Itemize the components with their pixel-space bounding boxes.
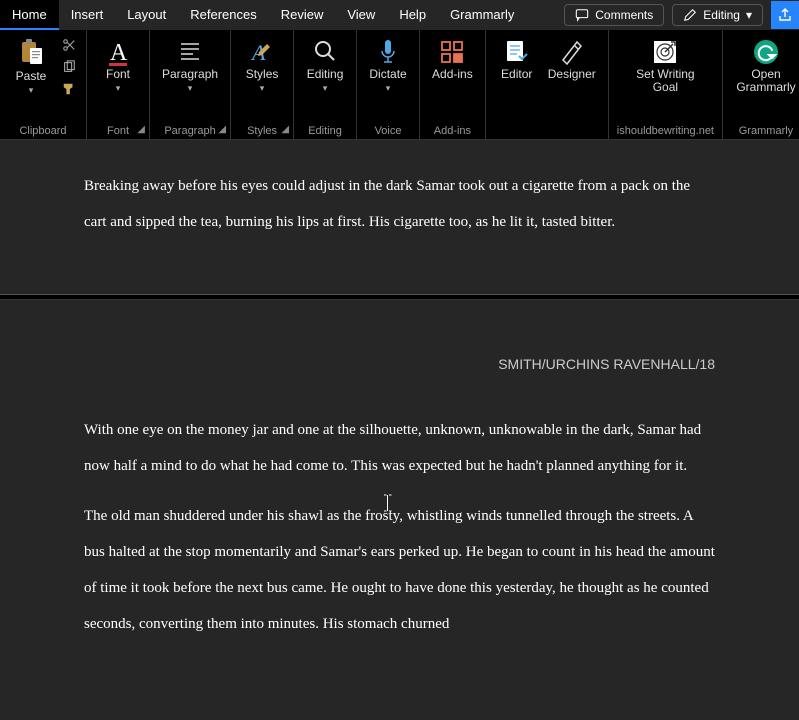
styles-a-icon: A xyxy=(249,38,275,66)
paragraph-label: Paragraph xyxy=(162,68,218,81)
dialog-launcher[interactable]: ◢ xyxy=(218,124,226,135)
share-icon xyxy=(777,7,793,23)
document-canvas[interactable]: Breaking away before his eyes could adju… xyxy=(0,140,799,720)
ribbon-toolbar: Paste ▾ Clipboard A Font ▾ Font ◢ Pa xyxy=(0,30,799,140)
font-a-icon: A xyxy=(105,38,131,66)
styles-button[interactable]: A Styles ▾ xyxy=(239,36,285,96)
group-label: Editing xyxy=(308,123,342,137)
group-voice: Dictate ▾ Voice xyxy=(357,30,420,139)
chevron-down-icon: ▾ xyxy=(746,8,752,22)
set-writing-goal-button[interactable]: Set Writing Goal xyxy=(625,36,705,96)
microphone-icon xyxy=(375,38,401,66)
document-paragraph[interactable]: With one eye on the money jar and one at… xyxy=(84,412,715,484)
tab-references[interactable]: References xyxy=(178,0,268,30)
group-paragraph: Paragraph ▾ Paragraph ◢ xyxy=(150,30,231,139)
group-label: Paragraph xyxy=(164,123,215,137)
editing-label: Editing xyxy=(703,8,740,22)
chevron-down-icon: ▾ xyxy=(323,83,328,94)
dialog-launcher[interactable]: ◢ xyxy=(137,124,145,135)
copy-button[interactable] xyxy=(60,58,78,76)
editing-label: Editing xyxy=(307,68,344,81)
font-button[interactable]: A Font ▾ xyxy=(95,36,141,96)
group-font: A Font ▾ Font ◢ xyxy=(87,30,150,139)
group-label: ishouldbewriting.net xyxy=(617,123,714,137)
chevron-down-icon: ▾ xyxy=(386,83,391,94)
chevron-down-icon: ▾ xyxy=(188,83,193,94)
designer-label: Designer xyxy=(548,68,596,81)
group-writing-goal: Set Writing Goal ishouldbewriting.net xyxy=(609,30,723,139)
group-addins: Add-ins Add-ins xyxy=(420,30,486,139)
dialog-launcher[interactable]: ◢ xyxy=(281,124,289,135)
paste-label: Paste xyxy=(16,70,47,83)
page-header[interactable]: SMITH/URCHINS RAVENHALL/18 xyxy=(0,300,799,412)
chevron-down-icon: ▾ xyxy=(29,85,34,96)
editing-button[interactable]: Editing ▾ xyxy=(302,36,348,96)
styles-label: Styles xyxy=(246,68,279,81)
group-label: Grammarly xyxy=(739,123,793,137)
editor-icon xyxy=(504,38,530,66)
target-icon xyxy=(651,38,679,66)
chevron-down-icon: ▾ xyxy=(116,83,121,94)
designer-icon xyxy=(559,38,585,66)
share-button[interactable] xyxy=(771,1,799,29)
paragraph-button[interactable]: Paragraph ▾ xyxy=(158,36,222,96)
addins-button[interactable]: Add-ins xyxy=(428,36,477,83)
grid-icon xyxy=(439,38,465,66)
cut-button[interactable] xyxy=(60,36,78,54)
open-grammarly-button[interactable]: Open Grammarly xyxy=(731,36,799,96)
tab-review[interactable]: Review xyxy=(269,0,336,30)
designer-button[interactable]: Designer xyxy=(544,36,600,83)
dictate-button[interactable]: Dictate ▾ xyxy=(365,36,411,96)
comments-button[interactable]: Comments xyxy=(564,4,664,26)
addins-label: Add-ins xyxy=(432,68,473,81)
font-label: Font xyxy=(106,68,130,81)
menu-tab-bar: Home Insert Layout References Review Vie… xyxy=(0,0,799,30)
tab-help[interactable]: Help xyxy=(387,0,438,30)
group-styles: A Styles ▾ Styles ◢ xyxy=(231,30,294,139)
document-paragraph[interactable]: The old man shuddered under his shawl as… xyxy=(84,498,715,642)
copy-icon xyxy=(62,60,76,74)
search-icon xyxy=(312,38,338,66)
format-painter-button[interactable] xyxy=(60,80,78,98)
paragraph-icon xyxy=(177,38,203,66)
group-label: Font xyxy=(107,123,129,137)
brush-icon xyxy=(62,82,76,96)
tab-layout[interactable]: Layout xyxy=(115,0,178,30)
group-clipboard: Paste ▾ Clipboard xyxy=(0,30,87,139)
dictate-label: Dictate xyxy=(369,68,406,81)
paste-button[interactable]: Paste ▾ xyxy=(8,36,54,98)
group-label xyxy=(545,123,548,137)
tab-grammarly[interactable]: Grammarly xyxy=(438,0,526,30)
comments-label: Comments xyxy=(595,8,653,22)
open-grammarly-label: Open Grammarly xyxy=(736,68,795,94)
editor-label: Editor xyxy=(501,68,532,81)
group-label: Add-ins xyxy=(434,123,471,137)
clipboard-icon xyxy=(18,38,44,68)
comment-icon xyxy=(575,8,589,22)
chevron-down-icon: ▾ xyxy=(260,83,265,94)
text-cursor-icon xyxy=(383,494,392,512)
group-editor-designer: Editor Designer xyxy=(486,30,609,139)
editor-button[interactable]: Editor xyxy=(494,36,540,83)
scissors-icon xyxy=(62,38,76,52)
tab-home[interactable]: Home xyxy=(0,0,59,30)
editing-mode-button[interactable]: Editing ▾ xyxy=(672,4,763,26)
svg-text:A: A xyxy=(110,40,128,66)
group-label: Clipboard xyxy=(19,123,66,137)
writing-goal-label: Set Writing Goal xyxy=(636,68,694,94)
document-paragraph[interactable]: Breaking away before his eyes could adju… xyxy=(84,168,715,240)
tab-insert[interactable]: Insert xyxy=(59,0,116,30)
tab-view[interactable]: View xyxy=(335,0,387,30)
group-editing: Editing ▾ Editing xyxy=(294,30,357,139)
pencil-icon xyxy=(683,8,697,22)
group-label: Voice xyxy=(375,123,402,137)
grammarly-icon xyxy=(752,38,780,66)
group-grammarly: Open Grammarly Grammarly xyxy=(723,30,799,139)
group-label: Styles xyxy=(247,123,277,137)
